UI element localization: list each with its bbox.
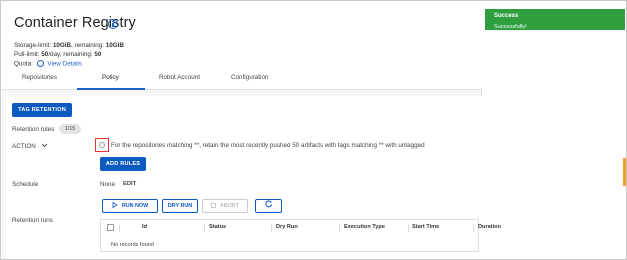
run-now-button[interactable]: RUN NOW: [102, 199, 158, 213]
column-header-dry-run[interactable]: Dry Run: [276, 224, 298, 230]
scrollbar-thumb[interactable]: [623, 158, 626, 186]
column-divider: [408, 224, 409, 232]
storage-limit-text: Storage-limit: 10GiB, remaining: 10GiB: [14, 42, 124, 49]
window-frame: Container Registry Storage-limit: 10GiB,…: [0, 0, 627, 260]
retention-rules-count-badge: 1/15: [59, 124, 81, 134]
action-dropdown[interactable]: ACTION: [12, 143, 48, 150]
quota-text: Quota: View Details: [14, 60, 82, 68]
refresh-icon: [264, 200, 272, 208]
play-icon: [112, 201, 118, 208]
chevron-down-icon: [41, 143, 47, 148]
column-divider: [339, 224, 340, 232]
pull-limit-text: Pull-limit: 50/day, remaining: 50: [14, 51, 102, 58]
retention-rules-label: Retention rules: [12, 126, 55, 133]
column-divider: [271, 224, 272, 232]
run-now-label: RUN NOW: [121, 203, 149, 209]
stop-icon: [211, 202, 216, 208]
retention-rule-text: For the repositories matching **, retain…: [111, 142, 425, 149]
success-toast[interactable]: Success Successfully!: [485, 9, 625, 30]
warning-icon: [98, 141, 105, 148]
column-header-execution-type[interactable]: Execution Type: [344, 224, 385, 230]
retention-runs-table: Id Status Dry Run Execution Type Start T…: [100, 219, 501, 252]
schedule-edit-link[interactable]: EDIT: [123, 181, 136, 187]
column-divider: [204, 224, 205, 232]
action-label: ACTION: [12, 143, 36, 150]
select-all-checkbox[interactable]: [107, 224, 114, 231]
info-icon[interactable]: [108, 19, 118, 29]
info-icon: [36, 60, 44, 67]
dry-run-button[interactable]: DRY RUN: [162, 199, 198, 213]
schedule-label: Schedule: [12, 181, 39, 188]
column-divider: [473, 224, 474, 232]
tab-repositories[interactable]: Repositories: [22, 74, 57, 81]
tag-retention-button[interactable]: TAG RETENTION: [12, 103, 72, 117]
abort-label: ABORT: [219, 203, 240, 209]
refresh-button[interactable]: [255, 199, 282, 213]
column-header-id[interactable]: Id: [142, 224, 147, 230]
registry-panel: Container Registry Storage-limit: 10GiB,…: [2, 2, 501, 259]
retention-runs-label: Retention runs: [12, 217, 53, 224]
add-rules-button[interactable]: ADD RULES: [100, 157, 146, 171]
abort-button[interactable]: ABORT: [202, 199, 248, 213]
empty-table-message: No records found: [111, 242, 154, 248]
column-header-duration[interactable]: Duration: [478, 224, 501, 230]
view-details-link[interactable]: View Details: [47, 61, 82, 68]
highlight-box: [95, 138, 109, 152]
active-tab-indicator: [77, 88, 145, 90]
tab-configuration[interactable]: Configuration: [231, 74, 268, 81]
tab-robot-account[interactable]: Robot Account: [159, 74, 200, 81]
toast-title: Success: [494, 13, 519, 19]
schedule-value: None: [100, 181, 116, 188]
header: Container Registry Storage-limit: 10GiB,…: [2, 2, 482, 90]
tab-bar: Repositories Policy Robot Account Config…: [2, 74, 482, 90]
column-divider: [119, 224, 120, 232]
column-header-start-time[interactable]: Start Time: [412, 224, 439, 230]
column-header-status[interactable]: Status: [209, 224, 226, 230]
toast-message: Successfully!: [494, 24, 527, 30]
policy-content: TAG RETENTION Retention rules 1/15 ACTIO…: [5, 96, 501, 259]
tab-policy[interactable]: Policy: [102, 74, 119, 81]
